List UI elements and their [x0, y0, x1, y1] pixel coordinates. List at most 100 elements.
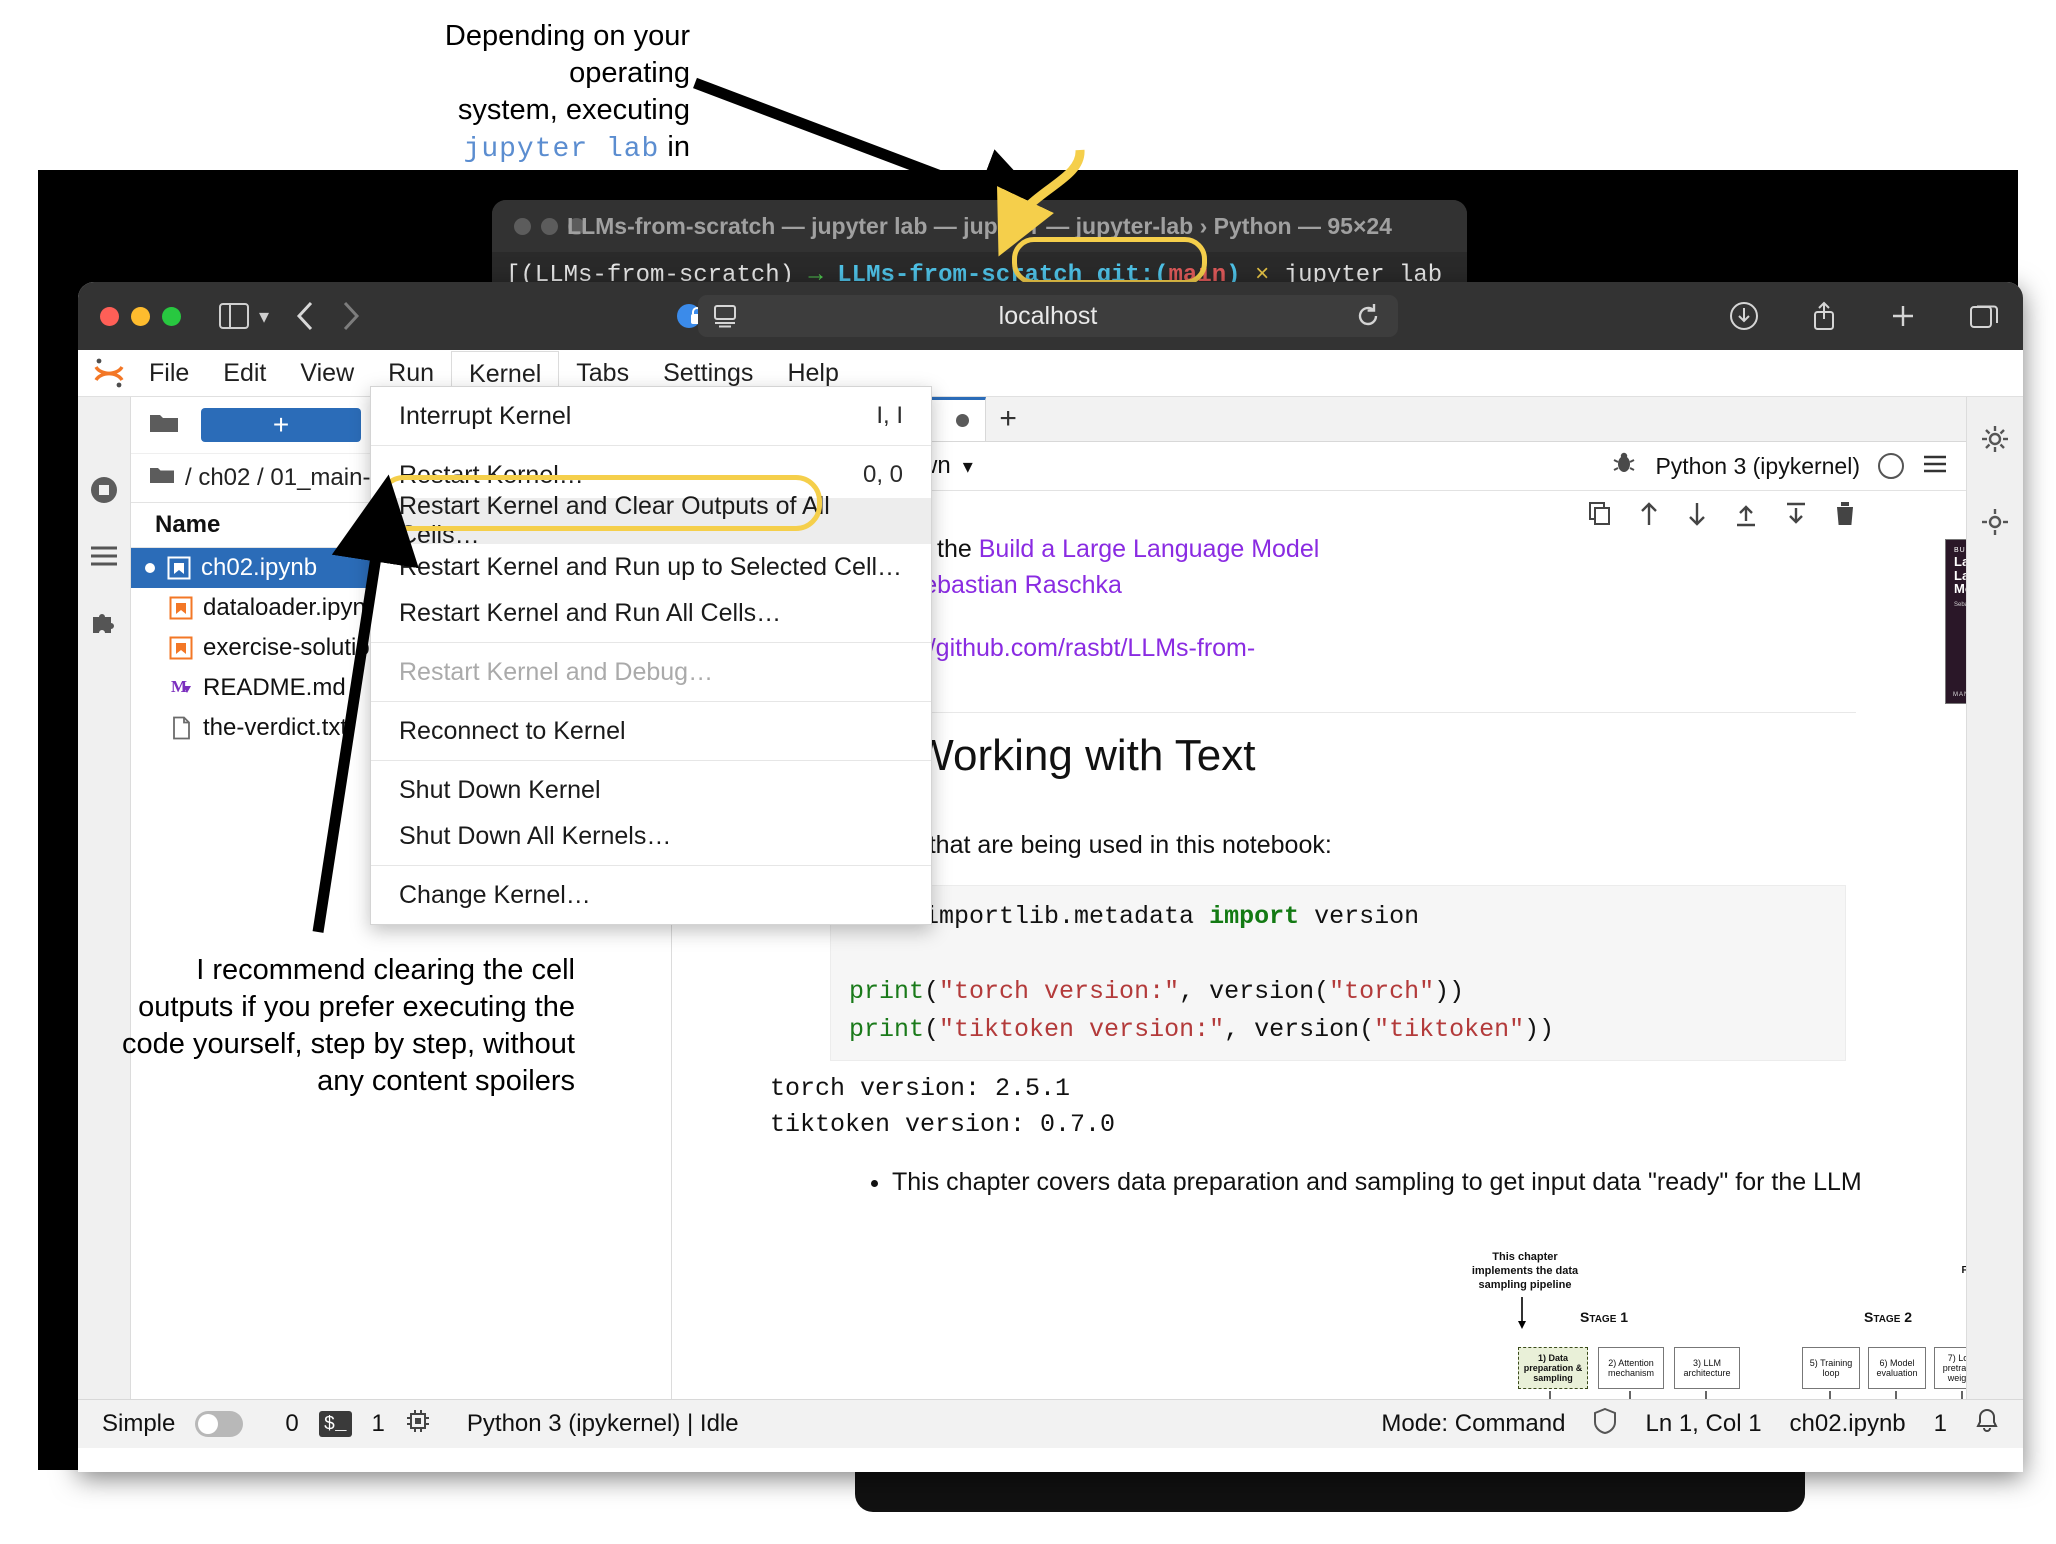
menu-item-reconnect-to-kernel[interactable]: Reconnect to Kernel — [371, 708, 931, 754]
menu-separator — [371, 865, 931, 866]
delete-cell-icon[interactable] — [1834, 501, 1856, 532]
activity-bar — [78, 397, 131, 1399]
book-link[interactable]: Build a Large Language Model — [979, 535, 1320, 563]
menu-item-restart-run-all[interactable]: Restart Kernel and Run All Cells… — [371, 590, 931, 636]
menu-separator — [371, 760, 931, 761]
mode-label: Mode: Command — [1381, 1410, 1566, 1437]
menu-separator — [371, 642, 931, 643]
bottom-annotation: I recommend clearing the cell outputs if… — [120, 952, 575, 1100]
browser-close-button[interactable] — [100, 306, 119, 326]
move-up-icon[interactable] — [1638, 501, 1660, 532]
book-cover-image: BUILD A Large Language Model Sebastian R… — [1945, 539, 1966, 704]
bottom-annotation-line3: code yourself, step by step, without — [122, 1028, 575, 1061]
browser-toolbar: ▾ localhost — [78, 282, 2023, 350]
add-tab-button[interactable]: + — [986, 397, 1030, 441]
file-browser-icon[interactable] — [89, 475, 119, 510]
menu-item-highlight-ring — [378, 475, 822, 531]
menu-separator — [371, 445, 931, 446]
tab-dirty-dot-icon — [956, 414, 970, 427]
menu-item-restart-run-to-selected[interactable]: Restart Kernel and Run up to Selected Ce… — [371, 544, 931, 590]
property-inspector-icon[interactable] — [1981, 425, 2009, 458]
notebook-toolbar-right: Python 3 (ipykernel) — [1611, 450, 1948, 482]
sidebar-toggle-icon[interactable] — [219, 303, 249, 329]
tab-overview-icon[interactable] — [1969, 302, 1999, 330]
pipeline-figure: This chapter implements the data samplin… — [1432, 1251, 1966, 1399]
menu-item-interrupt-kernel[interactable]: Interrupt Kernel I, I — [371, 393, 931, 439]
book-cover-publisher: MANNING — [1953, 692, 1966, 698]
jupyter-logo-icon — [92, 356, 126, 390]
unsaved-dot-icon — [145, 563, 155, 573]
book-cover-author: Sebastian Raschka — [1954, 601, 1966, 608]
chevron-down-icon[interactable]: ▾ — [259, 304, 269, 329]
bottom-annotation-line4: any content spoilers — [317, 1065, 575, 1098]
download-icon[interactable] — [1729, 301, 1759, 331]
output-line-1: torch version: 2.5.1 — [770, 1074, 1071, 1103]
new-launcher-button[interactable]: + — [201, 408, 361, 442]
status-bar: Simple 0 $_ 1 Python 3 (ipykernel) | Idl… — [78, 1399, 2023, 1448]
menu-item-restart-and-debug: Restart Kernel and Debug… — [371, 649, 931, 695]
active-filename: ch02.ipynb — [1789, 1410, 1906, 1437]
book-cover-top-label: BUILD A — [1954, 547, 1966, 554]
cell-toolbar — [1588, 501, 1856, 532]
bottom-annotation-arrow — [312, 474, 419, 933]
back-button[interactable] — [295, 300, 317, 332]
menu-file[interactable]: File — [132, 351, 206, 396]
kernel-status-label[interactable]: Python 3 (ipykernel) | Idle — [467, 1410, 739, 1438]
debugger-panel-icon[interactable] — [1981, 508, 2009, 541]
menu-item-label: Restart Kernel and Run All Cells… — [399, 598, 782, 627]
simple-mode-toggle[interactable] — [195, 1411, 244, 1437]
menu-item-change-kernel[interactable]: Change Kernel… — [371, 872, 931, 918]
notification-count: 1 — [1933, 1410, 1947, 1437]
extensions-puzzle-icon[interactable] — [89, 607, 119, 642]
menu-item-shortcut: I, I — [876, 402, 903, 429]
move-down-icon[interactable] — [1686, 501, 1708, 532]
duplicate-icon[interactable] — [1588, 501, 1612, 532]
address-bar[interactable]: localhost — [698, 295, 1398, 337]
browser-minimize-button[interactable] — [131, 306, 150, 326]
status-bar-right: Mode: Command Ln 1, Col 1 ch02.ipynb 1 — [1381, 1407, 1999, 1441]
author-link[interactable]: Sebastian Raschka — [907, 571, 1122, 599]
chevron-down-icon: ▾ — [962, 455, 973, 478]
insert-above-icon[interactable] — [1734, 501, 1758, 532]
chapter-heading: er 2: Working with Text — [812, 730, 1256, 780]
menu-item-label: Restart Kernel and Run up to Selected Ce… — [399, 552, 903, 581]
insert-below-icon[interactable] — [1784, 501, 1808, 532]
kernel-dropdown-menu: Interrupt Kernel I, I Restart Kernel… 0,… — [370, 386, 932, 925]
book-cover-title: Large Language Model — [1954, 554, 1966, 597]
reader-view-icon[interactable] — [712, 304, 738, 335]
reload-icon[interactable] — [1354, 302, 1382, 337]
browser-toolbar-right — [1711, 301, 1999, 331]
cursor-position[interactable]: Ln 1, Col 1 — [1645, 1410, 1761, 1438]
terminal-status-icon[interactable]: $_ — [318, 1411, 352, 1437]
menu-item-shut-down-kernel[interactable]: Shut Down Kernel — [371, 767, 931, 813]
top-annotation-line1: Depending on your operating — [444, 20, 690, 90]
right-activity-bar — [1966, 397, 2023, 1399]
jupyter-lab-code: jupyter lab — [463, 134, 660, 166]
session-count: 1 — [371, 1410, 385, 1437]
bottom-annotation-line2: outputs if you prefer executing the — [138, 991, 575, 1024]
bottom-annotation-line1: I recommend clearing the cell — [196, 954, 575, 986]
shield-icon[interactable] — [1593, 1407, 1617, 1441]
menu-item-label: Restart Kernel and Debug… — [399, 657, 714, 686]
menu-item-label: Reconnect to Kernel — [399, 716, 626, 745]
browser-maximize-button[interactable] — [162, 306, 181, 326]
notebook-menu-icon[interactable] — [1922, 453, 1948, 480]
menu-view[interactable]: View — [283, 351, 371, 396]
menu-separator — [371, 701, 931, 702]
running-sessions-icon[interactable] — [89, 544, 119, 573]
share-icon[interactable] — [1811, 301, 1837, 331]
notebook-icon — [167, 556, 191, 580]
menu-item-shut-down-all-kernels[interactable]: Shut Down All Kernels… — [371, 813, 931, 859]
dock-shadow — [855, 1470, 1805, 1512]
debugger-bug-icon[interactable] — [1611, 450, 1637, 482]
markdown-icon: M — [169, 676, 193, 700]
menu-edit[interactable]: Edit — [206, 351, 283, 396]
forward-button[interactable] — [339, 300, 361, 332]
new-tab-plus-icon[interactable] — [1889, 302, 1917, 330]
code-editor[interactable]: from importlib.metadata import version p… — [830, 885, 1846, 1061]
cpu-icon — [405, 1408, 431, 1441]
top-annotation-line2: system, executing jupyter lab in — [457, 94, 690, 166]
bell-icon[interactable] — [1975, 1408, 1999, 1441]
kernel-name-label[interactable]: Python 3 (ipykernel) — [1655, 453, 1860, 480]
folder-icon[interactable] — [149, 411, 179, 440]
